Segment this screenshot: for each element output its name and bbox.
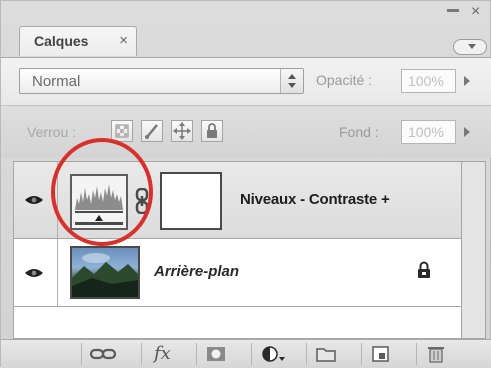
lock-all-button[interactable] — [201, 120, 223, 142]
lock-icon — [207, 123, 217, 138]
layers-panel: × Calques × Normal Opacité : 100% Verrou… — [0, 0, 491, 368]
lock-transparency-button[interactable] — [111, 120, 133, 142]
adjustment-layer-icon — [262, 346, 285, 362]
visibility-toggle[interactable] — [14, 162, 58, 238]
scrollbar[interactable] — [462, 161, 486, 339]
lock-position-button[interactable] — [171, 120, 193, 142]
visibility-toggle[interactable] — [14, 239, 58, 306]
empty-layer-area — [14, 307, 461, 338]
fx-icon: fx — [154, 343, 171, 364]
tab-calques[interactable]: Calques × — [19, 26, 137, 56]
lock-pixels-button[interactable] — [141, 120, 163, 142]
fill-input[interactable]: 100% — [401, 120, 456, 144]
opacity-slider-arrow-icon[interactable] — [460, 69, 474, 93]
move-icon — [173, 122, 191, 140]
chain-link-icon[interactable] — [134, 188, 150, 214]
fill-slider-arrow-icon[interactable] — [460, 120, 474, 144]
layer-row[interactable]: Niveaux - Contraste + — [14, 162, 461, 239]
panel-menu-button[interactable] — [453, 39, 487, 55]
lock-icon — [418, 261, 430, 278]
layer-name[interactable]: Niveaux - Contraste + — [240, 191, 390, 208]
opacity-label: Opacité : — [316, 72, 373, 88]
layer-mask-thumbnail[interactable] — [160, 172, 222, 230]
new-layer-button[interactable] — [361, 343, 401, 365]
histogram-icon — [72, 176, 126, 228]
chevron-down-icon — [288, 83, 296, 88]
layer-style-button[interactable]: fx — [141, 343, 181, 365]
add-mask-icon — [207, 347, 225, 361]
lock-toolbar: Verrou : Fond: 100% — [1, 105, 491, 158]
new-group-icon — [316, 348, 336, 362]
new-layer-icon — [372, 346, 389, 362]
tab-strip: Calques × — [1, 21, 491, 57]
blend-mode-value: Normal — [32, 73, 81, 90]
chevron-up-icon — [288, 74, 296, 79]
eye-icon — [25, 196, 43, 204]
opacity-input[interactable]: 100% — [401, 69, 456, 93]
tab-label: Calques — [34, 33, 89, 49]
tab-close-icon[interactable]: × — [119, 32, 128, 49]
landscape-photo-icon — [72, 253, 138, 297]
layer-row[interactable]: Arrière-plan — [14, 239, 461, 307]
link-layers-icon — [90, 348, 116, 360]
layer-thumbnail[interactable] — [70, 246, 140, 299]
close-window-icon[interactable]: × — [471, 3, 480, 21]
trash-icon — [428, 347, 444, 363]
fill-label: Fond : — [339, 124, 379, 140]
add-mask-button[interactable] — [196, 343, 236, 365]
link-layers-button[interactable] — [81, 343, 121, 365]
layers-footer-toolbar: fx — [1, 339, 491, 368]
levels-adjustment-thumbnail[interactable] — [70, 174, 128, 230]
blend-mode-select[interactable]: Normal — [19, 68, 304, 94]
lock-label: Verrou : — [27, 124, 77, 140]
adjustment-layer-button[interactable] — [251, 343, 291, 365]
layers-list: Niveaux - Contraste + Arrière-plan — [13, 161, 462, 339]
eye-icon — [25, 269, 43, 277]
delete-layer-button[interactable] — [416, 343, 456, 365]
new-group-button[interactable] — [306, 343, 346, 365]
blend-toolbar: Normal Opacité : 100% — [1, 57, 491, 106]
layer-name[interactable]: Arrière-plan — [154, 263, 239, 280]
blend-mode-stepper[interactable] — [280, 69, 303, 93]
checker-icon — [115, 124, 129, 138]
brush-icon — [145, 124, 158, 139]
minimize-icon[interactable] — [447, 9, 459, 12]
